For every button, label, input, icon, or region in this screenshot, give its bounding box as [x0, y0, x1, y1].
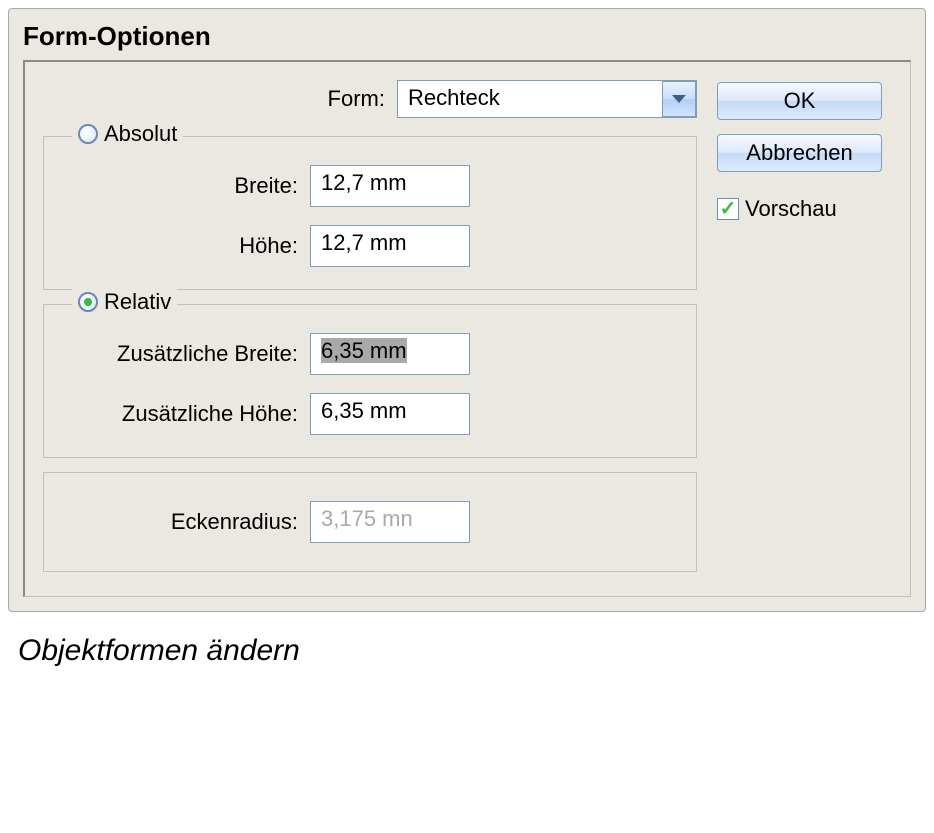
- form-value[interactable]: Rechteck: [397, 80, 697, 118]
- zus-breite-input[interactable]: 6,35 mm: [310, 333, 470, 375]
- zus-hoehe-input[interactable]: 6,35 mm: [310, 393, 470, 435]
- left-column: Form: Rechteck Absolut Breite: 12,7 mm: [43, 80, 697, 586]
- relativ-legend-label: Relativ: [104, 289, 171, 315]
- breite-label: Breite:: [58, 173, 298, 199]
- figure-caption: Objektformen ändern: [0, 620, 934, 682]
- absolut-legend-label: Absolut: [104, 121, 177, 147]
- zus-hoehe-label: Zusätzliche Höhe:: [58, 401, 298, 427]
- form-label: Form:: [328, 86, 397, 112]
- breite-input[interactable]: 12,7 mm: [310, 165, 470, 207]
- radius-input: 3,175 mn: [310, 501, 470, 543]
- preview-label: Vorschau: [745, 196, 837, 222]
- cancel-button[interactable]: Abbrechen: [717, 134, 882, 172]
- relativ-legend: Relativ: [72, 289, 177, 315]
- hoehe-input[interactable]: 12,7 mm: [310, 225, 470, 267]
- absolut-legend: Absolut: [72, 121, 183, 147]
- absolut-radio[interactable]: [78, 124, 98, 144]
- radius-label: Eckenradius:: [58, 509, 298, 535]
- relativ-group: Relativ Zusätzliche Breite: 6,35 mm Zusä…: [43, 304, 697, 458]
- form-options-dialog: Form-Optionen Form: Rechteck Absolut Bre: [8, 8, 926, 612]
- zus-breite-label: Zusätzliche Breite:: [58, 341, 298, 367]
- form-row: Form: Rechteck: [43, 80, 697, 118]
- dialog-body: Form: Rechteck Absolut Breite: 12,7 mm: [23, 60, 911, 597]
- chevron-down-icon: [672, 95, 686, 103]
- preview-row: ✓ Vorschau: [717, 196, 837, 222]
- check-icon: ✓: [720, 199, 737, 219]
- zus-hoehe-row: Zusätzliche Höhe: 6,35 mm: [58, 393, 682, 435]
- radius-group: Eckenradius: 3,175 mn: [43, 472, 697, 572]
- relativ-radio[interactable]: [78, 292, 98, 312]
- form-combobox[interactable]: Rechteck: [397, 80, 697, 118]
- combobox-dropdown-button[interactable]: [662, 81, 696, 117]
- zus-breite-row: Zusätzliche Breite: 6,35 mm: [58, 333, 682, 375]
- hoehe-row: Höhe: 12,7 mm: [58, 225, 682, 267]
- right-column: OK Abbrechen ✓ Vorschau: [717, 80, 892, 586]
- hoehe-label: Höhe:: [58, 233, 298, 259]
- breite-row: Breite: 12,7 mm: [58, 165, 682, 207]
- ok-button[interactable]: OK: [717, 82, 882, 120]
- absolut-group: Absolut Breite: 12,7 mm Höhe: 12,7 mm: [43, 136, 697, 290]
- preview-checkbox[interactable]: ✓: [717, 198, 739, 220]
- radius-row: Eckenradius: 3,175 mn: [58, 501, 682, 543]
- dialog-title: Form-Optionen: [9, 9, 925, 60]
